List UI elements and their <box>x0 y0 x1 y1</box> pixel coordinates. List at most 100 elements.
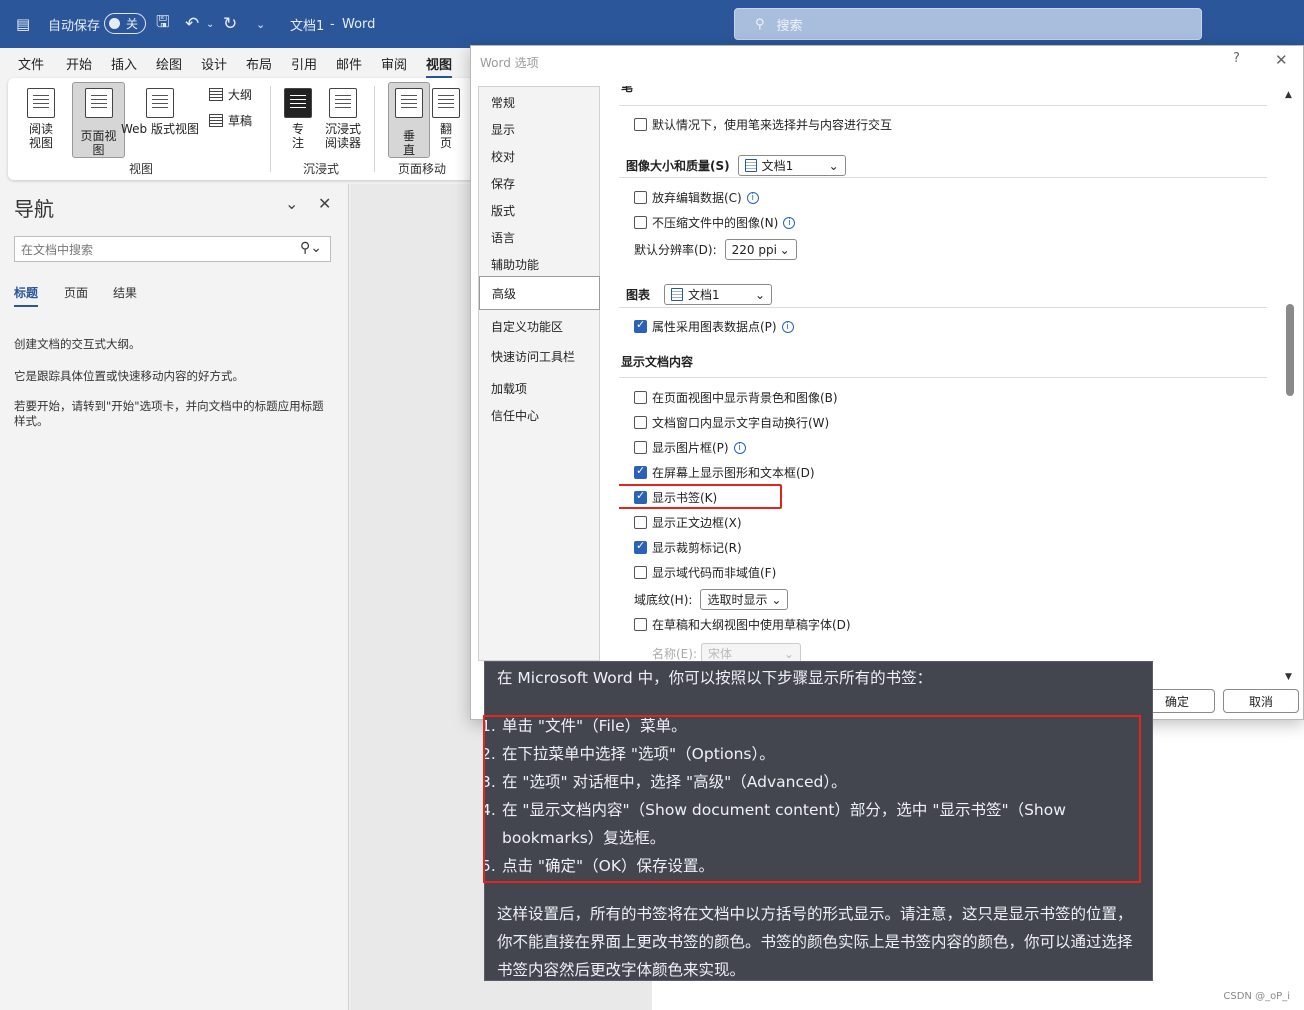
info-icon[interactable]: i <box>733 441 746 454</box>
field-shading-value: 选取时显示 <box>707 593 768 607</box>
word-logo-icon[interactable]: ▤ <box>16 0 30 48</box>
category-display[interactable]: 显示 <box>491 121 515 138</box>
text-wrap-option[interactable]: 文档窗口内显示文字自动换行(W) <box>634 414 829 431</box>
web-layout-button[interactable]: Web 版式视图 <box>118 86 202 154</box>
tab-draw[interactable]: 绘图 <box>156 54 182 73</box>
draft-font-option[interactable]: 在草稿和大纲视图中使用草稿字体(D) <box>634 616 851 633</box>
tab-review[interactable]: 审阅 <box>381 54 407 73</box>
discard-editing-data-checkbox[interactable] <box>634 191 647 204</box>
discard-editing-data-option[interactable]: 放弃编辑数据(C) i <box>634 189 759 206</box>
document-title: 文档1 <box>290 18 325 34</box>
chart-datapoint-checkbox[interactable] <box>634 318 647 333</box>
pen-select-option[interactable]: 默认情况下，使用笔来选择并与内容进行交互 <box>634 116 892 133</box>
immersive-reader-button[interactable]: 沉浸式阅读器 <box>320 86 366 154</box>
tab-insert[interactable]: 插入 <box>111 54 137 73</box>
scroll-down-icon[interactable]: ▼ <box>1285 672 1292 682</box>
tab-references[interactable]: 引用 <box>291 54 317 73</box>
image-size-row: 图像大小和质量(S) 文档1 ⌄ <box>626 155 846 176</box>
show-drawings-checkbox[interactable] <box>634 464 647 479</box>
scroll-thumb[interactable] <box>1286 304 1294 396</box>
outline-button[interactable]: 大纲 <box>209 86 252 103</box>
crop-marks-option[interactable]: 显示裁剪标记(R) <box>634 539 742 556</box>
cancel-button[interactable]: 取消 <box>1223 689 1299 713</box>
tab-home[interactable]: 开始 <box>66 54 92 73</box>
category-customize-ribbon[interactable]: 自定义功能区 <box>491 318 563 335</box>
discard-editing-data-label: 放弃编辑数据(C) <box>652 191 742 205</box>
customize-qat-icon[interactable]: ⌄ <box>256 0 265 48</box>
field-shading-select[interactable]: 选取时显示 ⌄ <box>700 589 789 610</box>
category-accessibility[interactable]: 辅助功能 <box>491 256 539 273</box>
show-background-option[interactable]: 在页面视图中显示背景色和图像(B) <box>634 389 838 406</box>
picture-placeholders-label: 显示图片框(P) <box>652 441 729 455</box>
nav-hint-3: 若要开始，请转到"开始"选项卡，并向文档中的标题应用标题样式。 <box>14 399 324 428</box>
image-doc-select[interactable]: 文档1 ⌄ <box>737 155 846 176</box>
print-layout-label: 页面视图 <box>80 129 117 157</box>
show-background-checkbox[interactable] <box>634 391 647 404</box>
nav-title: 导航 <box>14 197 54 221</box>
pen-select-checkbox[interactable] <box>634 118 647 131</box>
save-icon[interactable]: 🖫 <box>156 0 170 48</box>
nav-tab-results[interactable]: 结果 <box>113 284 137 301</box>
tab-view[interactable]: 视图 <box>426 54 453 79</box>
word-doc-icon <box>671 288 684 301</box>
field-codes-option[interactable]: 显示域代码而非域值(F) <box>634 564 776 581</box>
category-advanced[interactable]: 高级 <box>479 276 600 310</box>
chevron-down-icon[interactable]: ⌄ <box>285 194 298 213</box>
crop-marks-checkbox[interactable] <box>634 539 647 554</box>
undo-icon[interactable]: ↶ <box>185 0 199 48</box>
tab-layout[interactable]: 布局 <box>246 54 272 73</box>
search-icon[interactable]: ⚲⌄ <box>300 240 322 256</box>
draft-font-checkbox[interactable] <box>634 618 647 631</box>
close-icon[interactable]: ✕ <box>1275 51 1288 69</box>
side-to-side-label: 翻页 <box>439 122 452 150</box>
scroll-up-icon[interactable]: ▲ <box>1285 90 1292 100</box>
immersive-group-label: 沉浸式 <box>303 162 340 176</box>
picture-placeholders-checkbox[interactable] <box>634 441 647 454</box>
tab-mailings[interactable]: 邮件 <box>336 54 362 73</box>
category-add-ins[interactable]: 加载项 <box>491 380 527 397</box>
info-icon[interactable]: i <box>746 191 759 204</box>
resolution-select[interactable]: 220 ppi ⌄ <box>724 239 797 260</box>
text-boundaries-checkbox[interactable] <box>634 516 647 529</box>
tab-design[interactable]: 设计 <box>201 54 227 73</box>
focus-button[interactable]: 专注 <box>280 86 316 154</box>
text-wrap-checkbox[interactable] <box>634 416 647 429</box>
options-scrollbar[interactable]: ▲ ▼ <box>1283 86 1297 686</box>
text-boundaries-option[interactable]: 显示正文边框(X) <box>634 514 742 531</box>
category-general[interactable]: 常规 <box>491 94 515 111</box>
autosave-toggle[interactable]: 关 <box>104 13 146 34</box>
show-drawings-option[interactable]: 在屏幕上显示图形和文本框(D) <box>634 464 815 481</box>
chart-datapoint-option[interactable]: 属性采用图表数据点(P) i <box>634 318 794 335</box>
help-icon[interactable]: ? <box>1233 51 1240 66</box>
nav-tab-headings[interactable]: 标题 <box>14 284 39 307</box>
nav-search-input[interactable]: 在文档中搜索 ⚲⌄ <box>14 236 331 262</box>
info-icon[interactable]: i <box>781 320 794 333</box>
ribbon-tabs: 文件 开始 插入 绘图 设计 布局 引用 邮件 审阅 视图 <box>0 48 480 79</box>
image-doc-value: 文档1 <box>761 159 794 173</box>
vertical-button[interactable]: 垂直 <box>388 82 430 158</box>
category-language[interactable]: 语言 <box>491 229 515 246</box>
category-save[interactable]: 保存 <box>491 175 515 192</box>
category-proofing[interactable]: 校对 <box>491 148 515 165</box>
no-compress-checkbox[interactable] <box>634 216 647 229</box>
read-mode-button[interactable]: 阅读视图 <box>20 86 62 154</box>
tab-file[interactable]: 文件 <box>18 54 44 73</box>
redo-icon[interactable]: ↻ <box>223 0 237 48</box>
category-trust-center[interactable]: 信任中心 <box>491 407 539 424</box>
field-codes-checkbox[interactable] <box>634 566 647 579</box>
picture-placeholders-option[interactable]: 显示图片框(P) i <box>634 439 746 456</box>
outline-label: 大纲 <box>228 88 253 102</box>
no-compress-option[interactable]: 不压缩文件中的图像(N) i <box>634 214 796 231</box>
info-icon[interactable]: i <box>783 216 796 229</box>
undo-dropdown-icon[interactable]: ⌄ <box>206 0 214 48</box>
category-quick-access-toolbar[interactable]: 快速访问工具栏 <box>491 348 575 365</box>
text-wrap-label: 文档窗口内显示文字自动换行(W) <box>652 416 830 430</box>
category-typography[interactable]: 版式 <box>491 202 515 219</box>
nav-tab-pages[interactable]: 页面 <box>64 284 88 301</box>
search-box[interactable]: ⚲ 搜索 <box>734 8 1202 40</box>
draft-button[interactable]: 草稿 <box>209 112 252 129</box>
side-to-side-button[interactable]: 翻页 <box>426 86 466 154</box>
close-icon[interactable]: ✕ <box>318 194 331 213</box>
chart-doc-select[interactable]: 文档1 ⌄ <box>664 284 773 305</box>
category-list: 常规 显示 校对 保存 版式 语言 辅助功能 高级 自定义功能区 快速访问工具栏… <box>478 86 600 661</box>
